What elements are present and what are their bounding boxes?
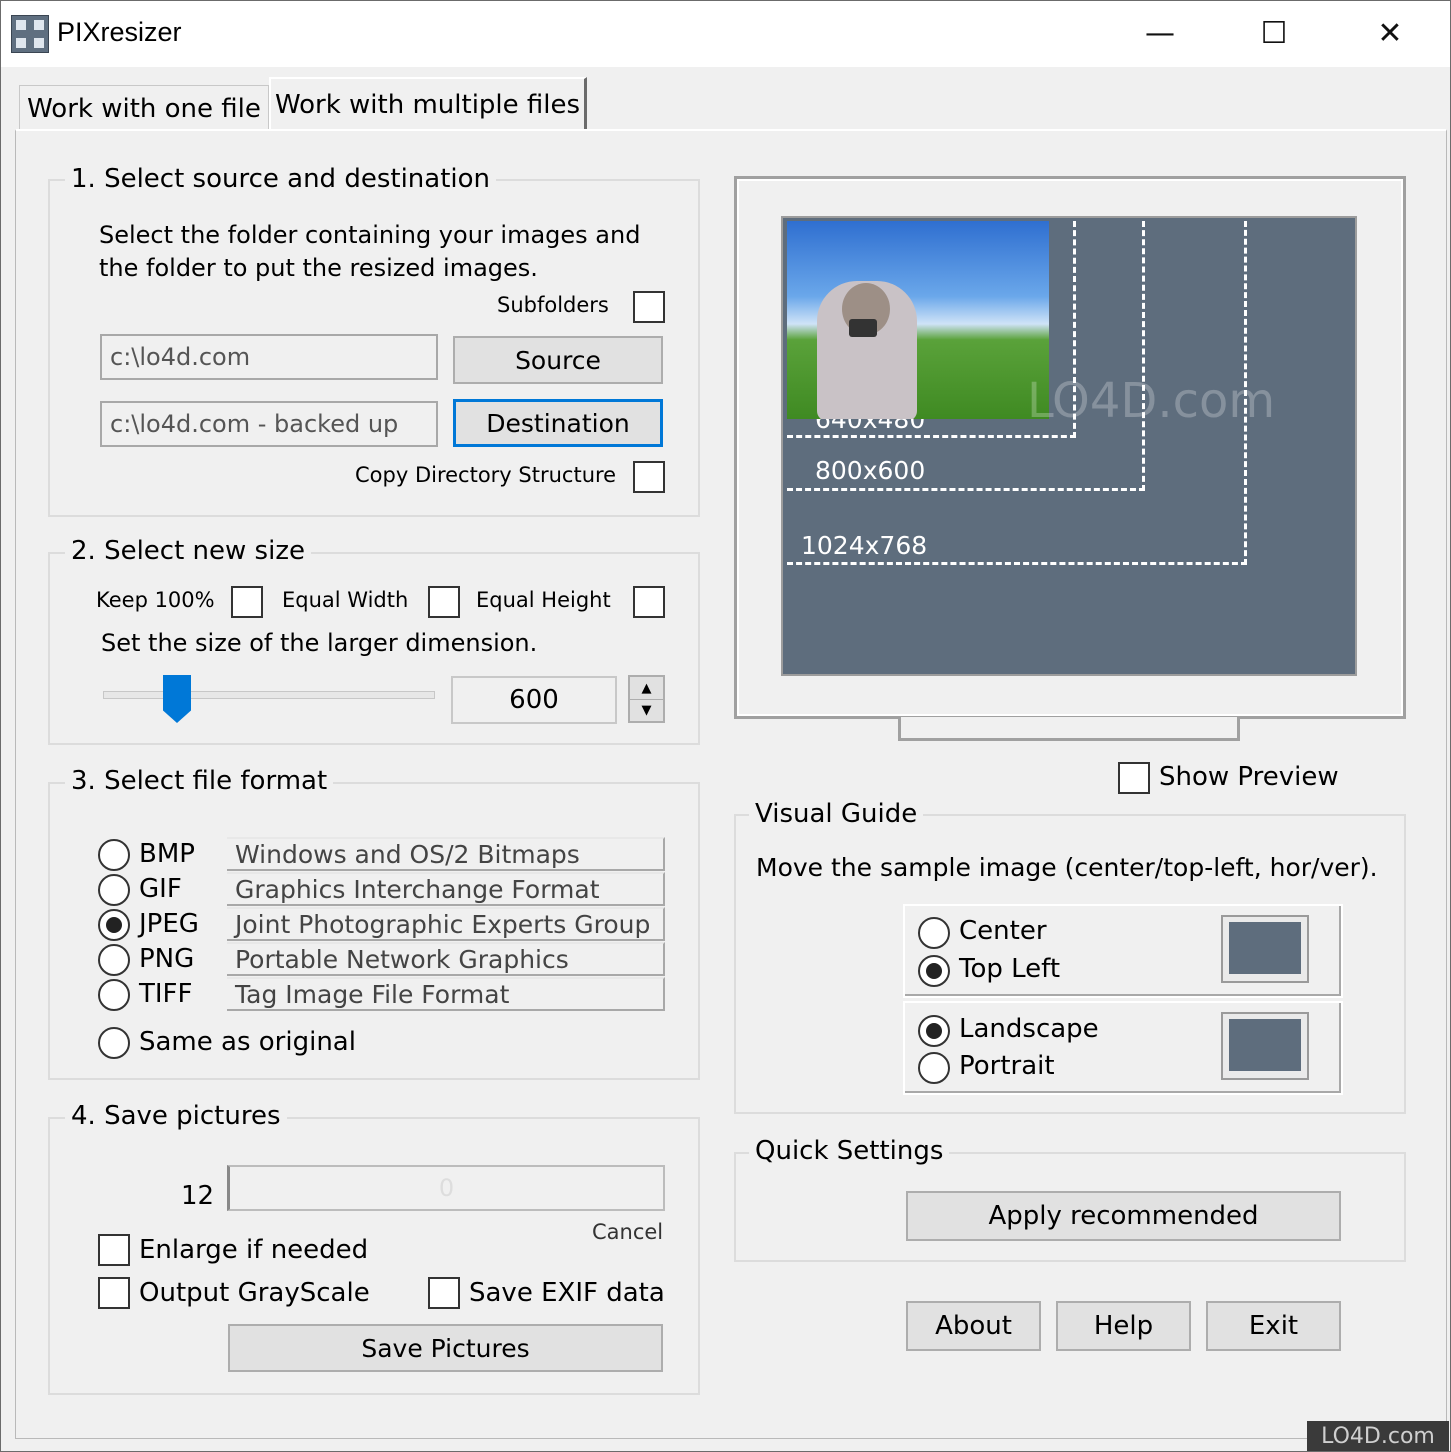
format-tiff-label: TIFF (139, 979, 193, 1009)
res-1024-label: 1024x768 (801, 531, 928, 560)
format-gif-desc: Graphics Interchange Format (227, 872, 665, 906)
size-spinner[interactable]: ▲ ▼ (628, 675, 665, 723)
size-hint: Set the size of the larger dimension. (101, 629, 538, 657)
equal-width-label: Equal Width (282, 588, 409, 612)
save-pictures-button[interactable]: Save Pictures (228, 1324, 663, 1372)
format-tiff-radio[interactable] (98, 979, 130, 1011)
format-same-label: Same as original (139, 1027, 356, 1057)
window-title: PIXresizer (57, 17, 182, 47)
landscape-radio[interactable] (918, 1015, 950, 1047)
size-value-field[interactable]: 600 (451, 676, 617, 724)
grayscale-checkbox[interactable] (98, 1277, 130, 1309)
format-jpeg-label: JPEG (139, 909, 199, 939)
format-jpeg-desc: Joint Photographic Experts Group (227, 907, 665, 941)
preview-watermark: LO4D.com (1027, 373, 1276, 429)
tab-one-file[interactable]: Work with one file (19, 85, 269, 131)
size-slider-track[interactable] (103, 691, 435, 699)
section2-title: 2. Select new size (65, 536, 311, 566)
portrait-label: Portrait (959, 1051, 1055, 1081)
show-preview-label: Show Preview (1159, 762, 1339, 792)
maximize-button[interactable]: ☐ (1217, 1, 1331, 65)
format-png-radio[interactable] (98, 944, 130, 976)
app-window: PIXresizer — ☐ ✕ Work with one file Work… (0, 0, 1451, 1452)
cancel-label[interactable]: Cancel (592, 1220, 663, 1244)
format-bmp-desc: Windows and OS/2 Bitmaps (227, 837, 665, 871)
section3-title: 3. Select file format (65, 766, 334, 796)
progress-bar: 0 (227, 1165, 665, 1211)
title-bar: PIXresizer — ☐ ✕ (1, 1, 1450, 67)
section1-description-line2: the folder to put the resized images. (99, 254, 538, 282)
format-bmp-label: BMP (139, 839, 195, 869)
format-png-desc: Portable Network Graphics (227, 942, 665, 976)
grayscale-label: Output GrayScale (139, 1278, 370, 1308)
format-tiff-desc: Tag Image File Format (227, 977, 665, 1011)
enlarge-checkbox[interactable] (98, 1234, 130, 1266)
camera-icon (849, 319, 877, 337)
format-bmp-radio[interactable] (98, 839, 130, 871)
file-count: 12 (181, 1181, 215, 1211)
landscape-label: Landscape (959, 1014, 1099, 1044)
visual-guide-title: Visual Guide (749, 799, 924, 829)
quick-settings-title: Quick Settings (749, 1136, 950, 1166)
section1-description-line1: Select the folder containing your images… (99, 221, 641, 249)
copy-dir-label: Copy Directory Structure (355, 463, 617, 487)
portrait-radio[interactable] (918, 1052, 950, 1084)
tab-multiple-files[interactable]: Work with multiple files (269, 77, 587, 131)
format-gif-label: GIF (139, 874, 182, 904)
alignment-monitor-icon (1221, 915, 1309, 983)
topleft-radio[interactable] (918, 955, 950, 987)
destination-path-field[interactable]: c:\lo4d.com - backed up (100, 401, 438, 447)
help-button[interactable]: Help (1056, 1301, 1191, 1351)
topleft-label: Top Left (959, 954, 1061, 984)
equal-height-checkbox[interactable] (633, 586, 665, 618)
section4-title: 4. Save pictures (65, 1101, 287, 1131)
format-png-label: PNG (139, 944, 195, 974)
format-same-radio[interactable] (98, 1027, 130, 1059)
keep100-checkbox[interactable] (231, 586, 263, 618)
visual-guide-description: Move the sample image (center/top-left, … (756, 853, 1378, 882)
res-800-label: 800x600 (815, 456, 926, 485)
spin-down-icon[interactable]: ▼ (630, 699, 663, 721)
destination-button[interactable]: Destination (453, 399, 663, 447)
subfolders-label: Subfolders (497, 293, 609, 317)
center-radio[interactable] (918, 917, 950, 949)
format-jpeg-radio[interactable] (98, 909, 130, 941)
exit-button[interactable]: Exit (1206, 1301, 1341, 1351)
sample-image[interactable] (787, 221, 1049, 419)
footer-watermark: LO4D.com (1307, 1421, 1449, 1451)
equal-width-checkbox[interactable] (428, 586, 460, 618)
keep100-label: Keep 100% (96, 588, 215, 612)
about-button[interactable]: About (906, 1301, 1041, 1351)
minimize-button[interactable]: — (1103, 1, 1217, 65)
close-button[interactable]: ✕ (1333, 1, 1447, 65)
apply-recommended-button[interactable]: Apply recommended (906, 1191, 1341, 1241)
source-button[interactable]: Source (453, 336, 663, 384)
exif-checkbox[interactable] (428, 1277, 460, 1309)
show-preview-checkbox[interactable] (1118, 762, 1150, 794)
subfolders-checkbox[interactable] (633, 291, 665, 323)
equal-height-label: Equal Height (476, 588, 611, 612)
spin-up-icon[interactable]: ▲ (630, 677, 663, 699)
source-path-field[interactable]: c:\lo4d.com (100, 334, 438, 380)
exif-label: Save EXIF data (469, 1278, 665, 1308)
enlarge-label: Enlarge if needed (139, 1235, 369, 1265)
app-icon (11, 15, 49, 53)
copy-dir-checkbox[interactable] (633, 461, 665, 493)
monitor-stand (898, 717, 1240, 741)
orientation-monitor-icon (1221, 1012, 1309, 1080)
section1-title: 1. Select source and destination (65, 164, 497, 194)
center-label: Center (959, 916, 1047, 946)
format-gif-radio[interactable] (98, 874, 130, 906)
